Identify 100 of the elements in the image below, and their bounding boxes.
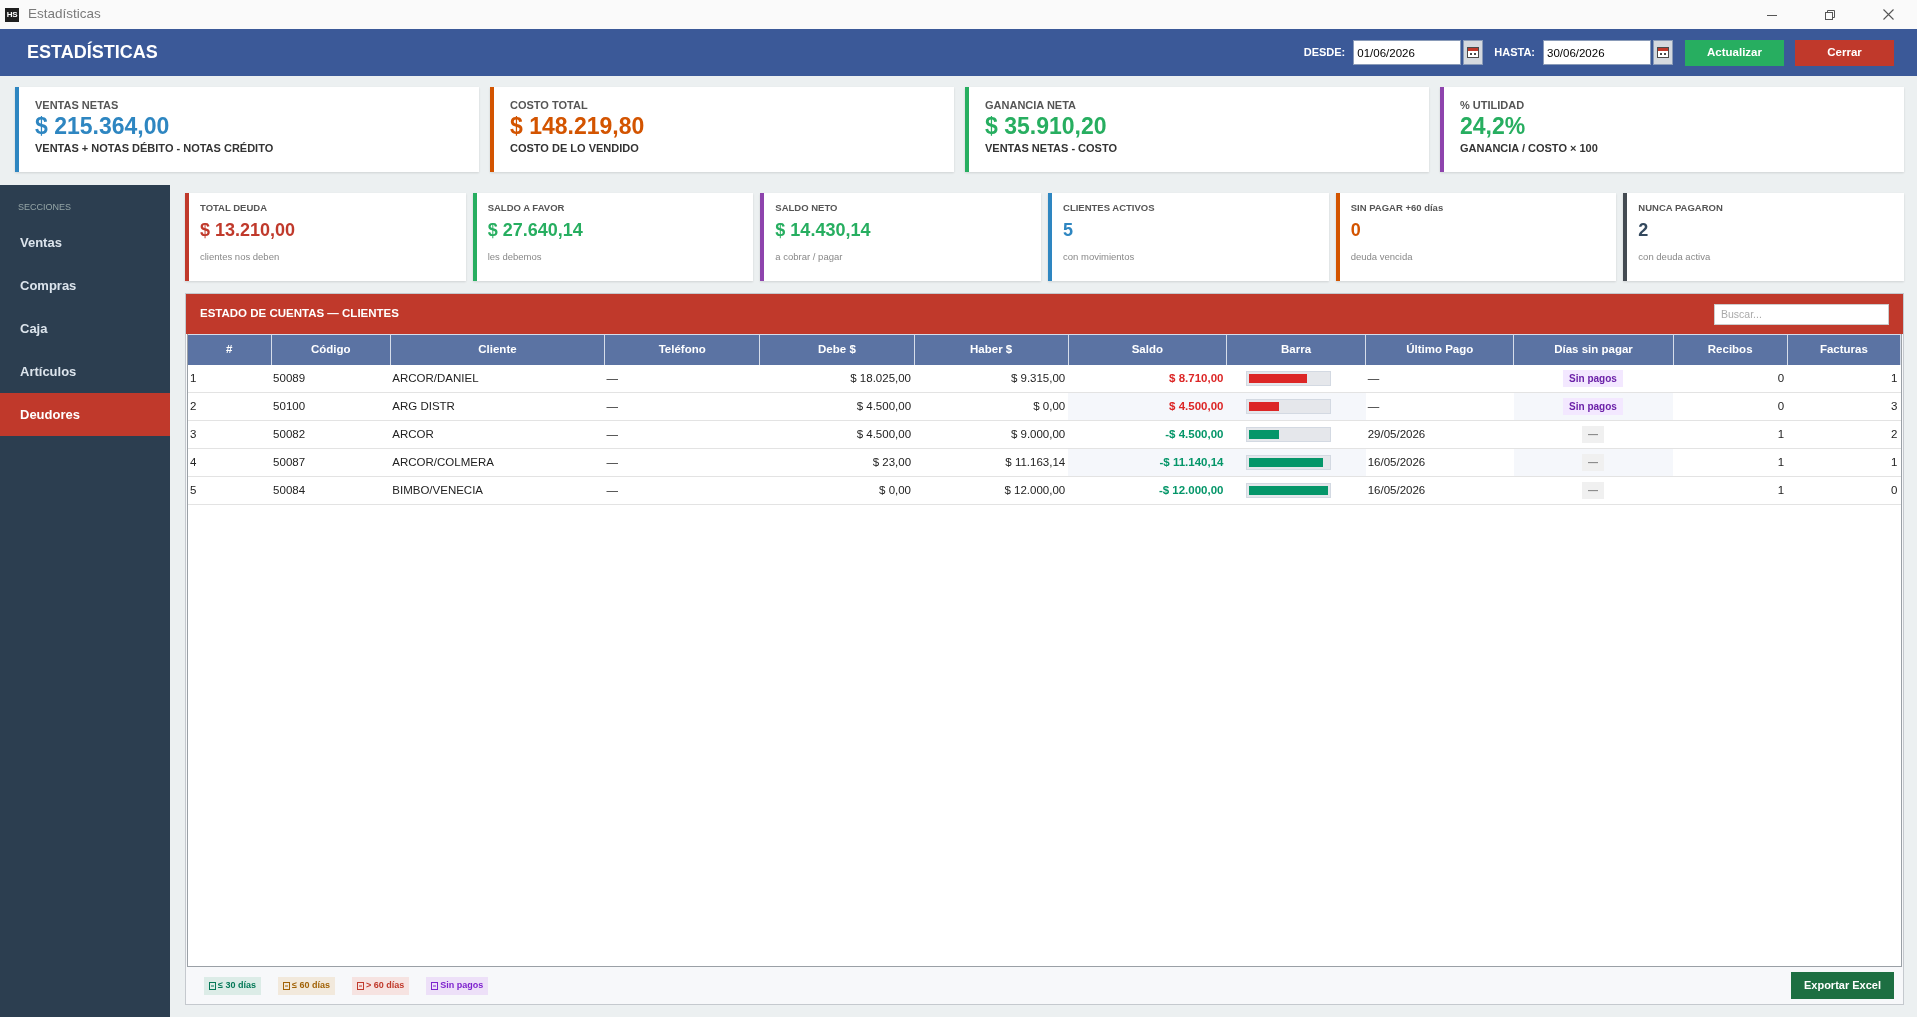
card-subtitle: VENTAS + NOTAS DÉBITO - NOTAS CRÉDITO: [35, 141, 275, 155]
legend-label: ≤ 30 días: [218, 978, 256, 992]
refresh-button[interactable]: Actualizar: [1685, 39, 1784, 66]
column-header[interactable]: Saldo: [1068, 334, 1227, 365]
table-cell: -$ 11.140,14: [1068, 448, 1227, 477]
table-cell: 50082: [271, 420, 391, 449]
legend-label: Sin pagos: [440, 978, 484, 992]
column-header[interactable]: Código: [271, 334, 391, 365]
table-cell: ARCOR/DANIEL: [390, 364, 605, 393]
card-value: 0: [1350, 219, 1362, 242]
date-label: DESDE:: [1303, 45, 1346, 61]
table-cell: $ 4.500,00: [759, 420, 915, 449]
sidebar-item[interactable]: Ventas: [0, 221, 170, 264]
column-header[interactable]: Facturas: [1787, 334, 1901, 365]
table-cell: ARCOR: [390, 420, 605, 449]
card-label: COSTO TOTAL: [510, 99, 589, 112]
table-cell: —: [604, 392, 760, 421]
card-subtitle: con deuda activa: [1638, 251, 1712, 263]
close-icon: [1882, 9, 1894, 20]
table-cell: —: [604, 476, 760, 505]
card-label: GANANCIA NETA: [985, 99, 1078, 112]
table-cell: $ 4.500,00: [759, 392, 915, 421]
table-cell: —: [1365, 364, 1514, 393]
table-cell: 1: [1673, 448, 1788, 477]
search-field[interactable]: Buscar...: [1714, 303, 1889, 325]
table-cell: ARG DISTR: [390, 392, 605, 421]
table-cell: 0: [1673, 392, 1788, 421]
table-cell: 1: [1673, 476, 1788, 505]
card-subtitle: COSTO DE LO VENDIDO: [510, 141, 640, 155]
calendar-button[interactable]: [1653, 40, 1673, 65]
table-cell: $ 23,00: [759, 448, 915, 477]
column-header[interactable]: Teléfono: [604, 334, 760, 365]
table-cell: $ 18.025,00: [759, 364, 915, 393]
table-cell: —: [1365, 392, 1514, 421]
table-cell: —: [604, 448, 760, 477]
table-cell: 1: [1673, 420, 1788, 449]
window-title: Estadísticas: [28, 5, 101, 24]
restore-icon: [1825, 9, 1835, 20]
column-header[interactable]: Barra: [1226, 334, 1366, 365]
card-value: $ 35.910,20: [985, 112, 1108, 140]
table-cell: 16/05/2026: [1365, 476, 1514, 505]
card-value: $ 148.219,80: [510, 112, 646, 140]
table-cell: 50100: [271, 392, 391, 421]
days-badge: Sin pagos: [1563, 397, 1623, 415]
app-logo: HS: [5, 7, 19, 22]
calendar-icon: [1657, 47, 1669, 58]
table-cell: 1: [188, 364, 272, 393]
table-cell: 2: [1787, 420, 1901, 449]
legend-label: ≤ 60 días: [291, 978, 330, 992]
card-label: SALDO A FAVOR: [487, 202, 566, 214]
table-cell: $ 9.000,00: [914, 420, 1069, 449]
table-cell: 0: [1673, 364, 1788, 393]
card-value: 24,2%: [1460, 112, 1527, 140]
card-subtitle: VENTAS NETAS - COSTO: [985, 141, 1118, 155]
days-badge: Sin pagos: [1563, 369, 1623, 387]
table-cell: 3: [188, 420, 272, 449]
table-cell: 50087: [271, 448, 391, 477]
days-badge: —: [1582, 453, 1604, 471]
column-header[interactable]: Último Pago: [1365, 334, 1514, 365]
card-subtitle: clientes nos deben: [200, 251, 281, 263]
table-cell: BIMBO/VENECIA: [390, 476, 605, 505]
column-header[interactable]: Recibos: [1673, 334, 1788, 365]
sidebar-heading: SECCIONES: [17, 201, 72, 213]
table-cell: 4: [188, 448, 272, 477]
sidebar-item[interactable]: Artículos: [0, 350, 170, 393]
card-subtitle: a cobrar / pagar: [775, 251, 844, 263]
card-label: SIN PAGAR +60 días: [1350, 202, 1445, 214]
table-cell: 50084: [271, 476, 391, 505]
table-cell: 50089: [271, 364, 391, 393]
table-cell: 16/05/2026: [1365, 448, 1514, 477]
table-cell: —: [604, 420, 760, 449]
table-cell: 2: [188, 392, 272, 421]
calendar-button[interactable]: [1463, 40, 1484, 65]
table-cell: 1: [1787, 364, 1901, 393]
table-cell: 29/05/2026: [1365, 420, 1514, 449]
card-label: TOTAL DEUDA: [200, 202, 269, 214]
legend-label: > 60 días: [365, 978, 405, 992]
table-cell: ARCOR/COLMERA: [390, 448, 605, 477]
date-field[interactable]: 01/06/2026: [1353, 40, 1462, 65]
card-label: SALDO NETO: [775, 202, 839, 214]
card-subtitle: deuda vencida: [1350, 251, 1414, 263]
sidebar-item[interactable]: Compras: [0, 264, 170, 307]
card-label: CLIENTES ACTIVOS: [1063, 202, 1156, 214]
date-field[interactable]: 30/06/2026: [1543, 40, 1651, 65]
export-button[interactable]: Exportar Excel: [1791, 972, 1894, 999]
panel-title: ESTADO DE CUENTAS — CLIENTES: [200, 306, 399, 322]
column-header[interactable]: Cliente: [390, 334, 605, 365]
sidebar-item[interactable]: Deudores: [0, 393, 170, 436]
table-cell: -$ 12.000,00: [1068, 476, 1227, 505]
column-header[interactable]: Días sin pagar: [1513, 334, 1674, 365]
card-value: $ 14.430,14: [775, 219, 872, 242]
column-header[interactable]: Haber $: [914, 334, 1069, 365]
sidebar-item[interactable]: Caja: [0, 307, 170, 350]
table-cell: $ 8.710,00: [1068, 364, 1227, 393]
table-cell: $ 4.500,00: [1068, 392, 1227, 421]
card-value: 2: [1638, 219, 1650, 242]
column-header[interactable]: #: [188, 334, 272, 365]
column-header[interactable]: Debe $: [759, 334, 915, 365]
close-page-button[interactable]: Cerrar: [1795, 39, 1894, 66]
card-value: $ 13.210,00: [200, 219, 297, 242]
